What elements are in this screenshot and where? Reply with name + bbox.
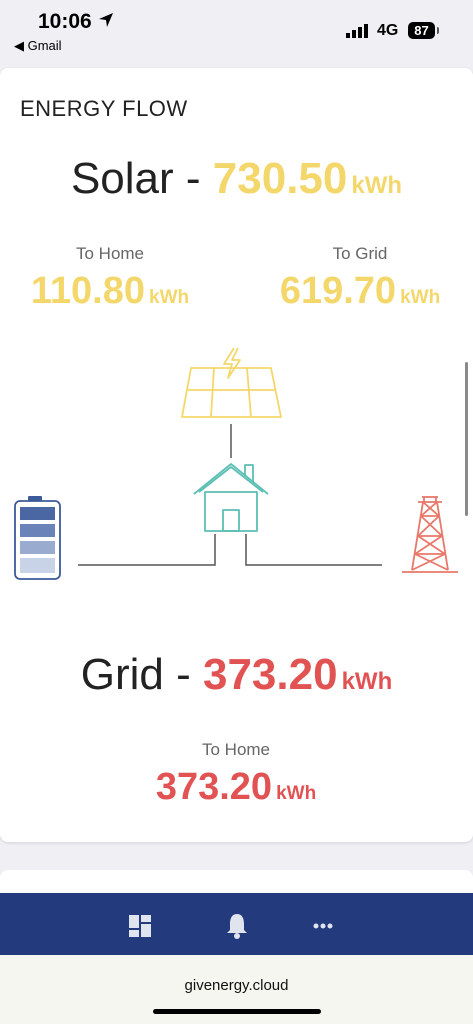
grid-to-home-value: 373.20: [155, 766, 273, 808]
grid-label: Grid -: [80, 650, 203, 699]
grid-to-home-value-wrap: 373.20 kWh: [136, 766, 336, 809]
solar-total: Solar - 730.50 kWh: [0, 154, 473, 204]
solar-to-home-label: To Home: [75, 244, 145, 263]
home-battery-line: [78, 534, 216, 566]
pylon-icon: [402, 496, 458, 573]
solar-to-grid-value: 619.70: [279, 270, 397, 312]
solar-to-grid: To Grid 619.70 kWh: [260, 244, 460, 313]
home-indicator[interactable]: [153, 1009, 321, 1014]
energy-flow-diagram: [14, 347, 458, 580]
solar-to-home-unit: kWh: [149, 287, 190, 308]
clock: 10:06: [38, 10, 92, 33]
battery-nub: [437, 27, 439, 34]
grid-value: 373.20: [202, 650, 338, 699]
solar-unit: kWh: [351, 172, 403, 199]
dashboard-icon[interactable]: [125, 911, 155, 941]
status-bar: 10:06 ◀ Gmail 4G 87: [0, 0, 473, 60]
grid-unit: kWh: [341, 668, 393, 695]
grid-total: Grid - 373.20 kWh: [0, 650, 473, 700]
browser-url-bar[interactable]: givenergy.cloud: [0, 955, 473, 1024]
battery-icon: [14, 496, 61, 580]
location-arrow-icon: [99, 13, 113, 27]
grid-to-home-label: To Home: [201, 740, 271, 759]
solar-to-home-value-wrap: 110.80 kWh: [10, 270, 210, 313]
house-icon: [193, 463, 269, 532]
back-to-app-link[interactable]: ◀ Gmail: [14, 38, 62, 54]
solar-label: Solar -: [70, 154, 213, 203]
solar-to-home: To Home 110.80 kWh: [10, 244, 210, 313]
card-title: ENERGY FLOW: [20, 96, 188, 121]
scrollbar[interactable]: [465, 362, 468, 516]
url-text[interactable]: givenergy.cloud: [0, 977, 473, 994]
solar-value: 730.50: [212, 154, 348, 203]
bottom-nav: [0, 893, 473, 955]
grid-to-home-unit: kWh: [276, 783, 317, 804]
solar-to-home-value: 110.80: [30, 270, 146, 312]
solar-panel-icon: [181, 347, 282, 418]
solar-to-grid-value-wrap: 619.70 kWh: [260, 270, 460, 313]
battery-level: 87: [408, 22, 435, 39]
more-icon[interactable]: [308, 911, 338, 941]
solar-to-grid-label: To Grid: [332, 244, 388, 263]
solar-to-grid-unit: kWh: [400, 287, 441, 308]
grid-to-home: To Home 373.20 kWh: [136, 740, 336, 809]
bell-icon[interactable]: [222, 911, 252, 941]
network-type: 4G: [377, 22, 399, 39]
signal-icon: [346, 24, 368, 38]
home-grid-line: [245, 534, 382, 566]
